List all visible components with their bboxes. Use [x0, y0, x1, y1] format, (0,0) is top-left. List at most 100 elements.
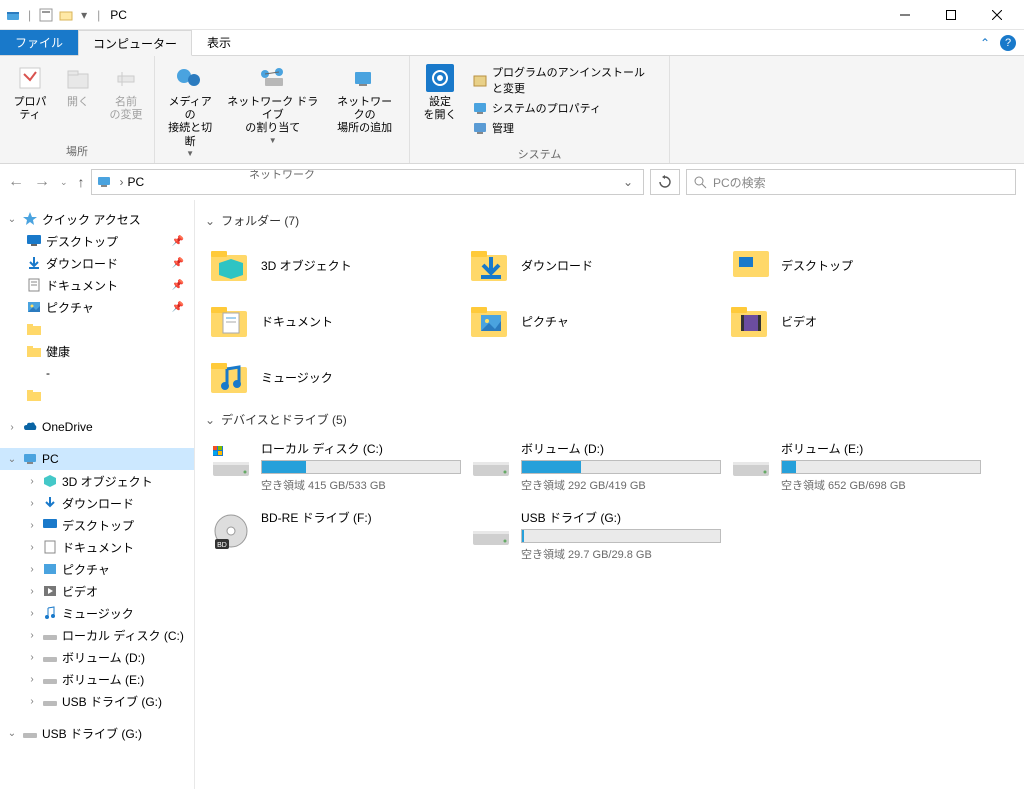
- nav-pane[interactable]: ⌄ クイック アクセス デスクトップ 📌 ダウンロード 📌 ドキュメント 📌 ピ…: [0, 200, 195, 789]
- app-icon: [4, 6, 22, 24]
- tree-desktop[interactable]: デスクトップ 📌: [0, 230, 194, 252]
- properties-button[interactable]: プロパティ: [6, 60, 54, 124]
- drive-name: ローカル ディスク (C:): [261, 440, 461, 457]
- drive-item[interactable]: ローカル ディスク (C:) 空き領域 415 GB/533 GB: [205, 436, 465, 497]
- add-network-location-button[interactable]: ネットワークの 場所の追加: [326, 60, 403, 138]
- tree-folder-empty1[interactable]: [0, 318, 194, 340]
- desktop-icon: [42, 517, 58, 533]
- navbar: ← → ⌄ ↑ › PC ⌄ PCの検索: [0, 164, 1024, 200]
- pin-icon: 📌: [172, 258, 184, 269]
- up-button[interactable]: ↑: [78, 174, 85, 190]
- drive-capacity-bar: [261, 460, 461, 474]
- drive-name: USB ドライブ (G:): [521, 509, 721, 526]
- tree-pc-videos[interactable]: ›ビデオ: [0, 580, 194, 602]
- back-button[interactable]: ←: [8, 173, 24, 191]
- folder-item[interactable]: ビデオ: [725, 293, 985, 349]
- tree-pc-documents[interactable]: ›ドキュメント: [0, 536, 194, 558]
- drive-space: 空き領域 415 GB/533 GB: [261, 477, 461, 493]
- minimize-button[interactable]: [882, 0, 928, 30]
- main-area: ⌄ クイック アクセス デスクトップ 📌 ダウンロード 📌 ドキュメント 📌 ピ…: [0, 200, 1024, 789]
- search-box[interactable]: PCの検索: [686, 169, 1016, 195]
- pin-icon: 📌: [172, 280, 184, 291]
- tree-usb-g[interactable]: ›USB ドライブ (G:): [0, 690, 194, 712]
- tree-folder-empty2[interactable]: [0, 384, 194, 406]
- qa-new-folder-icon[interactable]: [57, 6, 75, 24]
- help-icon[interactable]: ?: [1000, 35, 1016, 51]
- group-folders[interactable]: ⌄ フォルダー (7): [205, 212, 1014, 229]
- tree-pc-downloads[interactable]: ›ダウンロード: [0, 492, 194, 514]
- folder-icon: [729, 299, 773, 343]
- drive-icon: BD: [209, 509, 253, 553]
- folder-icon: [209, 355, 253, 399]
- maximize-button[interactable]: [928, 0, 974, 30]
- tree-local-disk-c[interactable]: ›ローカル ディスク (C:): [0, 624, 194, 646]
- tree-volume-e[interactable]: ›ボリューム (E:): [0, 668, 194, 690]
- tree-kenko[interactable]: 健康: [0, 340, 194, 362]
- tree-usb-g-root[interactable]: ⌄USB ドライブ (G:): [0, 722, 194, 744]
- group-drives[interactable]: ⌄ デバイスとドライブ (5): [205, 411, 1014, 428]
- drive-icon: [42, 671, 58, 687]
- tab-file[interactable]: ファイル: [0, 30, 78, 55]
- drive-item[interactable]: BD BD-RE ドライブ (F:): [205, 505, 465, 566]
- folder-icon: [26, 321, 42, 337]
- ribbon-collapse-icon[interactable]: ⌃: [980, 36, 990, 50]
- folder-name: ミュージック: [261, 369, 333, 386]
- drive-icon: [42, 649, 58, 665]
- content-area[interactable]: ⌄ フォルダー (7) 3D オブジェクト ダウンロードデスクトップドキュメントピ…: [195, 200, 1024, 789]
- drive-name: ボリューム (D:): [521, 440, 721, 457]
- open-settings-button[interactable]: 設定 を開く: [416, 60, 464, 124]
- folder-item[interactable]: ミュージック: [205, 349, 465, 405]
- folder-item[interactable]: ダウンロード: [465, 237, 725, 293]
- drive-icon: [42, 693, 58, 709]
- tree-dash[interactable]: -: [0, 362, 194, 384]
- qa-properties-icon[interactable]: [37, 6, 55, 24]
- drive-name: BD-RE ドライブ (F:): [261, 509, 461, 526]
- ribbon: プロパティ 開く 名前 の変更 場所 メディアの 接続と切断 ▼ ネットワーク …: [0, 56, 1024, 164]
- manage-button[interactable]: 管理: [472, 120, 655, 136]
- map-drive-button[interactable]: ネットワーク ドライブ の割り当て ▼: [219, 60, 326, 147]
- search-icon: [693, 175, 707, 189]
- open-button[interactable]: 開く: [54, 60, 102, 111]
- media-connect-button[interactable]: メディアの 接続と切断 ▼: [161, 60, 219, 160]
- folder-item[interactable]: 3D オブジェクト: [205, 237, 465, 293]
- tree-pc-desktop[interactable]: ›デスクトップ: [0, 514, 194, 536]
- folder-item[interactable]: ドキュメント: [205, 293, 465, 349]
- drive-space: 空き領域 29.7 GB/29.8 GB: [521, 546, 721, 562]
- system-properties-button[interactable]: システムのプロパティ: [472, 100, 655, 116]
- drive-item[interactable]: ボリューム (E:)空き領域 652 GB/698 GB: [725, 436, 985, 497]
- downloads-icon: [26, 255, 42, 271]
- forward-button[interactable]: →: [34, 173, 50, 191]
- tree-pc-pictures[interactable]: ›ピクチャ: [0, 558, 194, 580]
- tree-pc-music[interactable]: ›ミュージック: [0, 602, 194, 624]
- folder-name: 3D オブジェクト: [261, 257, 352, 274]
- rename-button[interactable]: 名前 の変更: [102, 60, 150, 124]
- tree-volume-d[interactable]: ›ボリューム (D:): [0, 646, 194, 668]
- drive-item[interactable]: ボリューム (D:)空き領域 292 GB/419 GB: [465, 436, 725, 497]
- drive-item[interactable]: USB ドライブ (G:) 空き領域 29.7 GB/29.8 GB: [465, 505, 725, 566]
- tab-view[interactable]: 表示: [192, 30, 246, 55]
- uninstall-programs-button[interactable]: プログラムのアンインストールと変更: [472, 64, 655, 96]
- tree-downloads[interactable]: ダウンロード 📌: [0, 252, 194, 274]
- tree-documents[interactable]: ドキュメント 📌: [0, 274, 194, 296]
- pictures-icon: [26, 299, 42, 315]
- drive-icon: [22, 725, 38, 741]
- folder-item[interactable]: デスクトップ: [725, 237, 985, 293]
- tree-pictures[interactable]: ピクチャ 📌: [0, 296, 194, 318]
- history-dropdown[interactable]: ⌄: [60, 177, 68, 188]
- ribbon-group-system: システム: [410, 144, 669, 166]
- tree-3d-objects[interactable]: ›3D オブジェクト: [0, 470, 194, 492]
- folder-icon: [209, 299, 253, 343]
- refresh-button[interactable]: [650, 169, 680, 195]
- address-bar[interactable]: › PC ⌄: [91, 169, 644, 195]
- close-button[interactable]: [974, 0, 1020, 30]
- tree-onedrive[interactable]: › OneDrive: [0, 416, 194, 438]
- folder-item[interactable]: ピクチャ: [465, 293, 725, 349]
- documents-icon: [42, 539, 58, 555]
- tree-pc[interactable]: ⌄ PC: [0, 448, 194, 470]
- folder-name: ビデオ: [781, 313, 817, 330]
- folder-icon: [469, 243, 513, 287]
- address-dropdown-icon[interactable]: ⌄: [617, 175, 639, 189]
- tab-computer[interactable]: コンピューター: [78, 30, 192, 56]
- desktop-icon: [26, 233, 42, 249]
- tree-quick-access[interactable]: ⌄ クイック アクセス: [0, 208, 194, 230]
